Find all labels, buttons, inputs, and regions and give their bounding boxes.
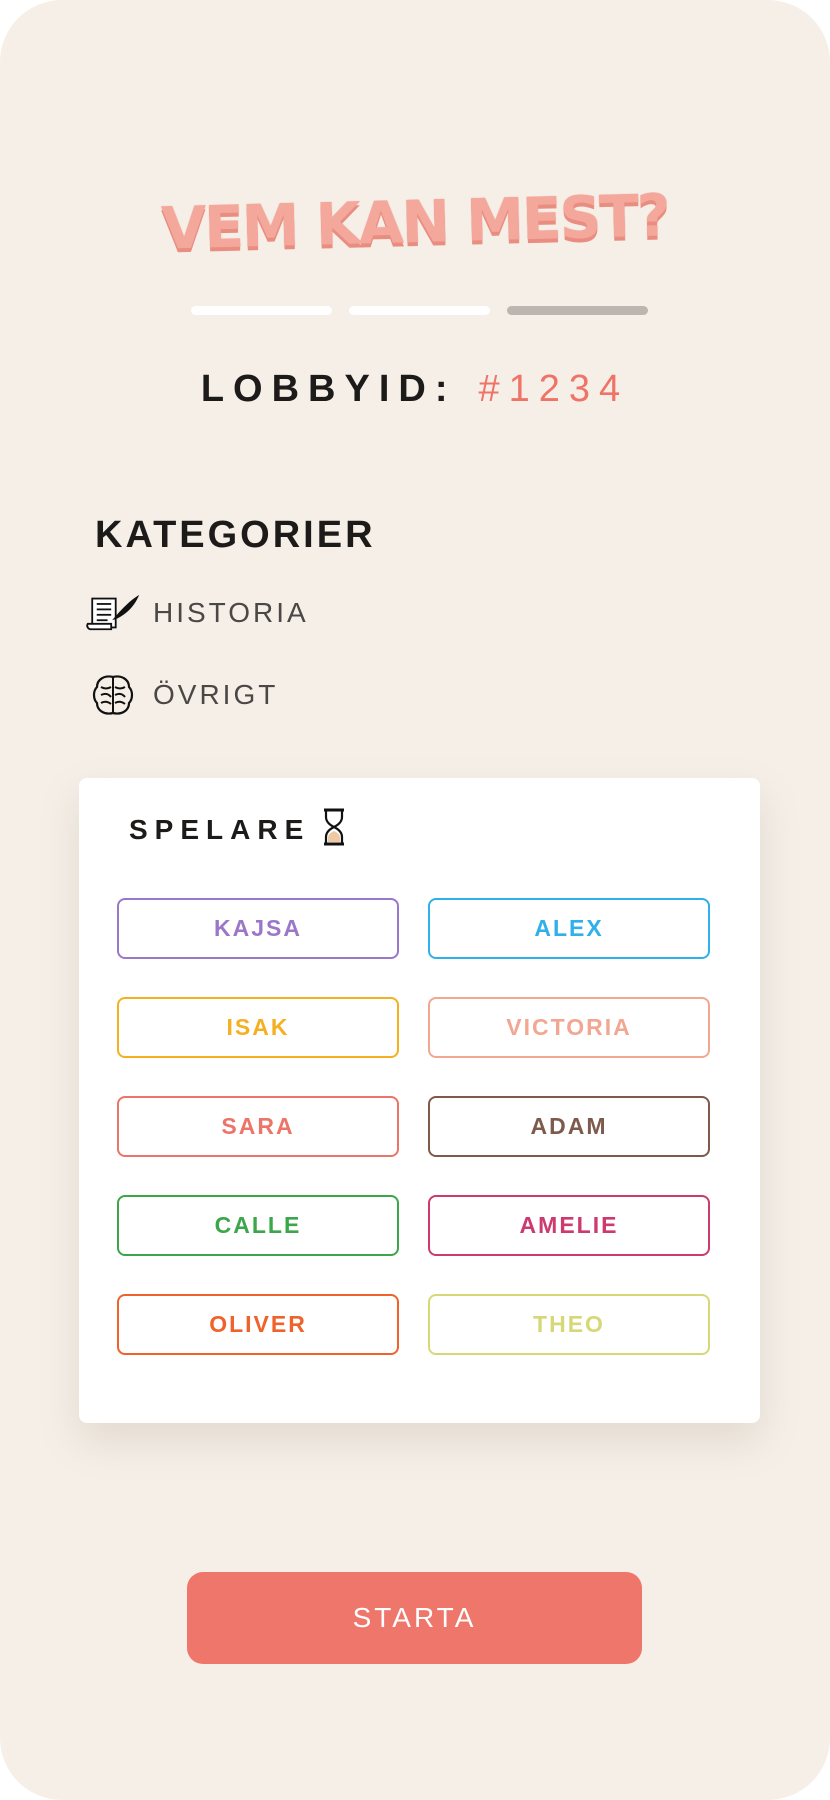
lobby-id-value: #1234 bbox=[478, 368, 630, 410]
players-card: SPELARE KAJSA ALEX ISAK VICTORIA SARA AD… bbox=[79, 778, 760, 1423]
player-chip-amelie[interactable]: AMELIE bbox=[428, 1195, 710, 1256]
start-button[interactable]: STARTA bbox=[187, 1572, 642, 1664]
player-chip-sara[interactable]: SARA bbox=[117, 1096, 399, 1157]
category-label: ÖVRIGT bbox=[153, 679, 279, 710]
lobby-id-label: LOBBYID: bbox=[200, 368, 457, 410]
player-chip-isak[interactable]: ISAK bbox=[117, 997, 399, 1058]
lobby-id-row: LOBBYID: #1234 bbox=[0, 368, 830, 411]
progress-step-2 bbox=[349, 306, 490, 315]
player-chip-alex[interactable]: ALEX bbox=[428, 898, 710, 959]
category-label: HISTORIA bbox=[153, 597, 309, 628]
players-card-header: SPELARE bbox=[129, 808, 346, 851]
category-item-ovrigt: ÖVRIGT bbox=[85, 672, 278, 718]
progress-step-1 bbox=[191, 306, 332, 315]
player-chip-victoria[interactable]: VICTORIA bbox=[428, 997, 710, 1058]
player-chip-oliver[interactable]: OLIVER bbox=[117, 1294, 399, 1355]
player-chip-kajsa[interactable]: KAJSA bbox=[117, 898, 399, 959]
player-chip-theo[interactable]: THEO bbox=[428, 1294, 710, 1355]
phone-screen: VEM KAN MEST? LOBBYID: #1234 KATEGORIER H… bbox=[0, 0, 830, 1800]
player-chip-adam[interactable]: ADAM bbox=[428, 1096, 710, 1157]
hourglass-icon bbox=[322, 808, 346, 851]
brain-icon bbox=[85, 672, 141, 718]
progress-indicator bbox=[191, 306, 648, 315]
scroll-quill-icon bbox=[85, 590, 141, 636]
player-chip-calle[interactable]: CALLE bbox=[117, 1195, 399, 1256]
categories-heading: KATEGORIER bbox=[95, 514, 376, 556]
progress-step-3-active bbox=[507, 306, 648, 315]
category-item-historia: HISTORIA bbox=[85, 590, 309, 636]
players-grid: KAJSA ALEX ISAK VICTORIA SARA ADAM CALLE… bbox=[117, 898, 710, 1355]
app-title: VEM KAN MEST? bbox=[160, 181, 670, 263]
players-heading: SPELARE bbox=[129, 813, 311, 845]
